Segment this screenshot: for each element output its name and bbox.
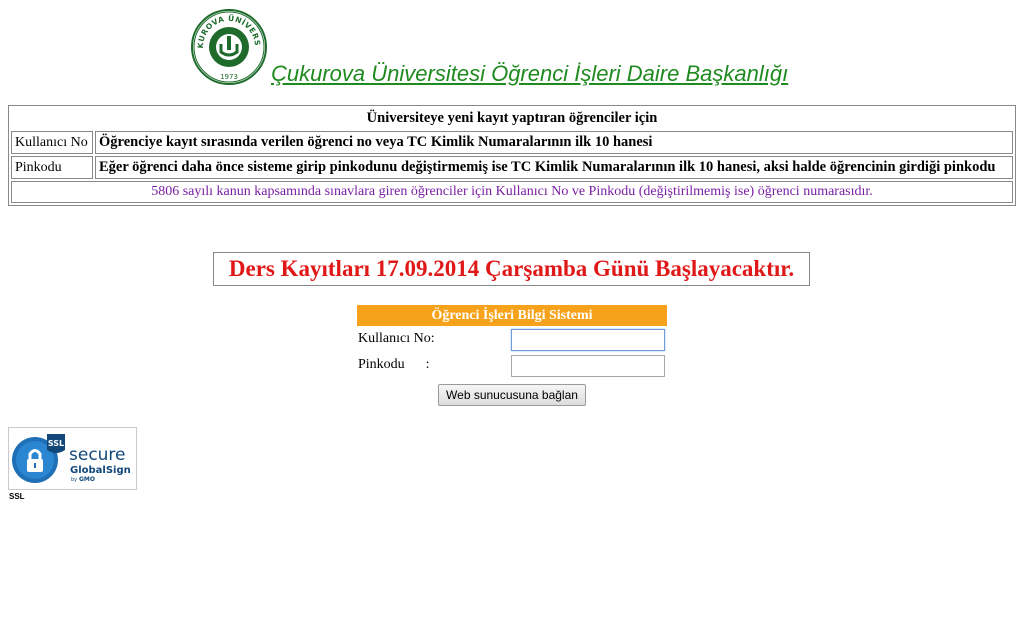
ssl-seal[interactable]: SSL secure GlobalSign by GMO xyxy=(8,427,137,490)
university-logo: ÇUKUROVA ÜNİVERSİTY 1973 xyxy=(190,8,267,85)
table-row: Pinkodu Eğer öğrenci daha önce sisteme g… xyxy=(11,156,1013,179)
info-table-heading-row: Üniversiteye yeni kayıt yaptıran öğrenci… xyxy=(11,108,1013,129)
login-form-header: Öğrenci İşleri Bilgi Sistemi xyxy=(357,305,667,326)
ssl-badge-brand: GlobalSign xyxy=(70,465,131,476)
info-table-note-row: 5806 sayılı kanun kapsamında sınavlara g… xyxy=(11,181,1013,203)
user-row: Kullanıcı No: xyxy=(357,326,667,352)
ssl-badge-title: secure xyxy=(69,445,126,465)
ssl-badge-by: by xyxy=(71,477,77,483)
submit-wrap: Web sunucusuna bağlan xyxy=(357,378,667,406)
connect-button[interactable]: Web sunucusuna bağlan xyxy=(438,384,586,406)
user-number-input[interactable] xyxy=(511,329,665,351)
ssl-caption: SSL xyxy=(9,492,25,501)
logo-year: 1973 xyxy=(220,73,238,81)
info-table-note: 5806 sayılı kanun kapsamında sınavlara g… xyxy=(11,181,1013,203)
info-table: Üniversiteye yeni kayıt yaptıran öğrenci… xyxy=(8,105,1016,206)
page-header: ÇUKUROVA ÜNİVERSİTY 1973 Çukurova Üniver… xyxy=(0,0,1024,100)
globalsign-ssl-icon: SSL secure GlobalSign by GMO xyxy=(12,434,131,483)
ssl-badge-vendor: GMO xyxy=(79,476,95,483)
ssl-badge-tag: SSL xyxy=(48,439,64,448)
site-title-link[interactable]: Çukurova Üniversitesi Öğrenci İşleri Dai… xyxy=(271,61,788,87)
pin-input[interactable] xyxy=(511,355,665,377)
row-description-pinkodu: Eğer öğrenci daha önce sisteme girip pin… xyxy=(95,156,1013,179)
info-table-heading: Üniversiteye yeni kayıt yaptıran öğrenci… xyxy=(366,110,658,126)
user-label: Kullanıcı No: xyxy=(358,331,435,346)
row-label-pinkodu: Pinkodu xyxy=(11,156,93,179)
row-description-kullanici-no: Öğrenciye kayıt sırasında verilen öğrenc… xyxy=(95,131,1013,154)
row-label-kullanici-no: Kullanıcı No xyxy=(11,131,93,154)
pin-row: Pinkodu : xyxy=(357,352,667,378)
pin-label: Pinkodu : xyxy=(358,357,430,372)
login-form: Öğrenci İşleri Bilgi Sistemi Kullanıcı N… xyxy=(357,305,667,406)
table-row: Kullanıcı No Öğrenciye kayıt sırasında v… xyxy=(11,131,1013,154)
announcement-banner: Ders Kayıtları 17.09.2014 Çarşamba Günü … xyxy=(213,252,810,286)
